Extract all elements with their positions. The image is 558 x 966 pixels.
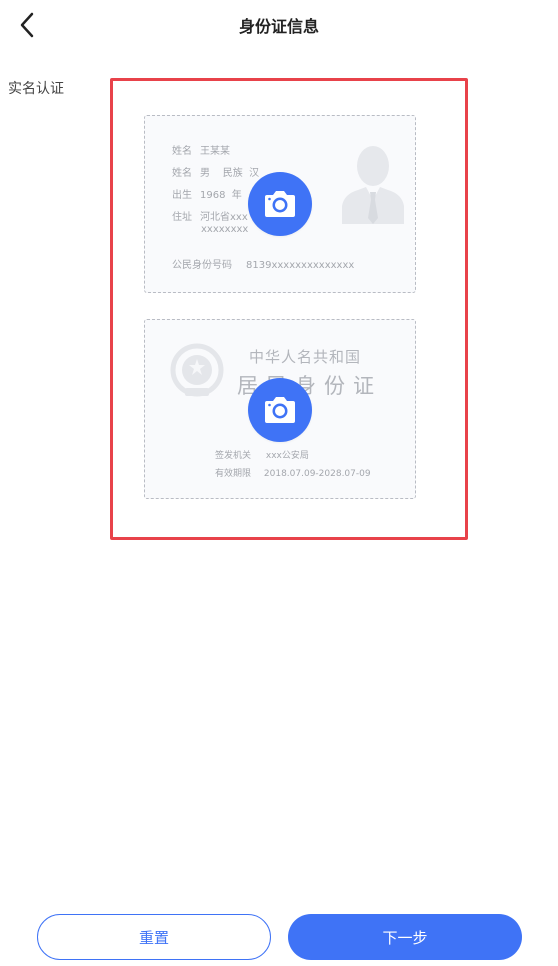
id-card-front[interactable]: 姓名 王某某 姓名男 民族 汉 出生 1968 年 住址 河北省xxx xxxxxxx… bbox=[144, 115, 416, 293]
front-row-birth: 出生 1968 年 bbox=[172, 190, 242, 201]
issuer-row: 签发机关 xxx公安局 bbox=[215, 451, 309, 461]
front-camera-button[interactable] bbox=[248, 172, 312, 236]
header: 身份证信息 bbox=[0, 0, 558, 50]
camera-icon bbox=[265, 397, 295, 423]
section-label: 实名认证 bbox=[8, 81, 64, 97]
person-silhouette-icon bbox=[342, 146, 404, 224]
front-row-name: 姓名 王某某 bbox=[172, 146, 230, 157]
reset-button[interactable]: 重置 bbox=[37, 914, 271, 960]
national-emblem-icon bbox=[170, 343, 224, 397]
front-row-address-line2: xxxxxxxx bbox=[201, 224, 249, 235]
front-row-gender: 姓名男 民族 汉 bbox=[172, 168, 260, 179]
country-name: 中华人名共和国 bbox=[249, 348, 362, 366]
front-row-id-number: 公民身份号码 8139xxxxxxxxxxxxxx bbox=[172, 260, 355, 271]
id-upload-area: 姓名 王某某 姓名男 民族 汉 出生 1968 年 住址 河北省xxx xxxxxxx… bbox=[110, 78, 468, 540]
validity-row: 有效期限 2018.07.09-2028.07-09 bbox=[215, 469, 371, 479]
front-row-address: 住址 河北省xxx bbox=[172, 212, 248, 223]
camera-icon bbox=[265, 191, 295, 217]
id-card-back[interactable]: 中华人名共和国 居民身份证 签发机关 xxx公安局 有效期限 2018.07.0… bbox=[144, 319, 416, 499]
back-camera-button[interactable] bbox=[248, 378, 312, 442]
next-step-button[interactable]: 下一步 bbox=[288, 914, 522, 960]
page-title: 身份证信息 bbox=[238, 17, 319, 36]
